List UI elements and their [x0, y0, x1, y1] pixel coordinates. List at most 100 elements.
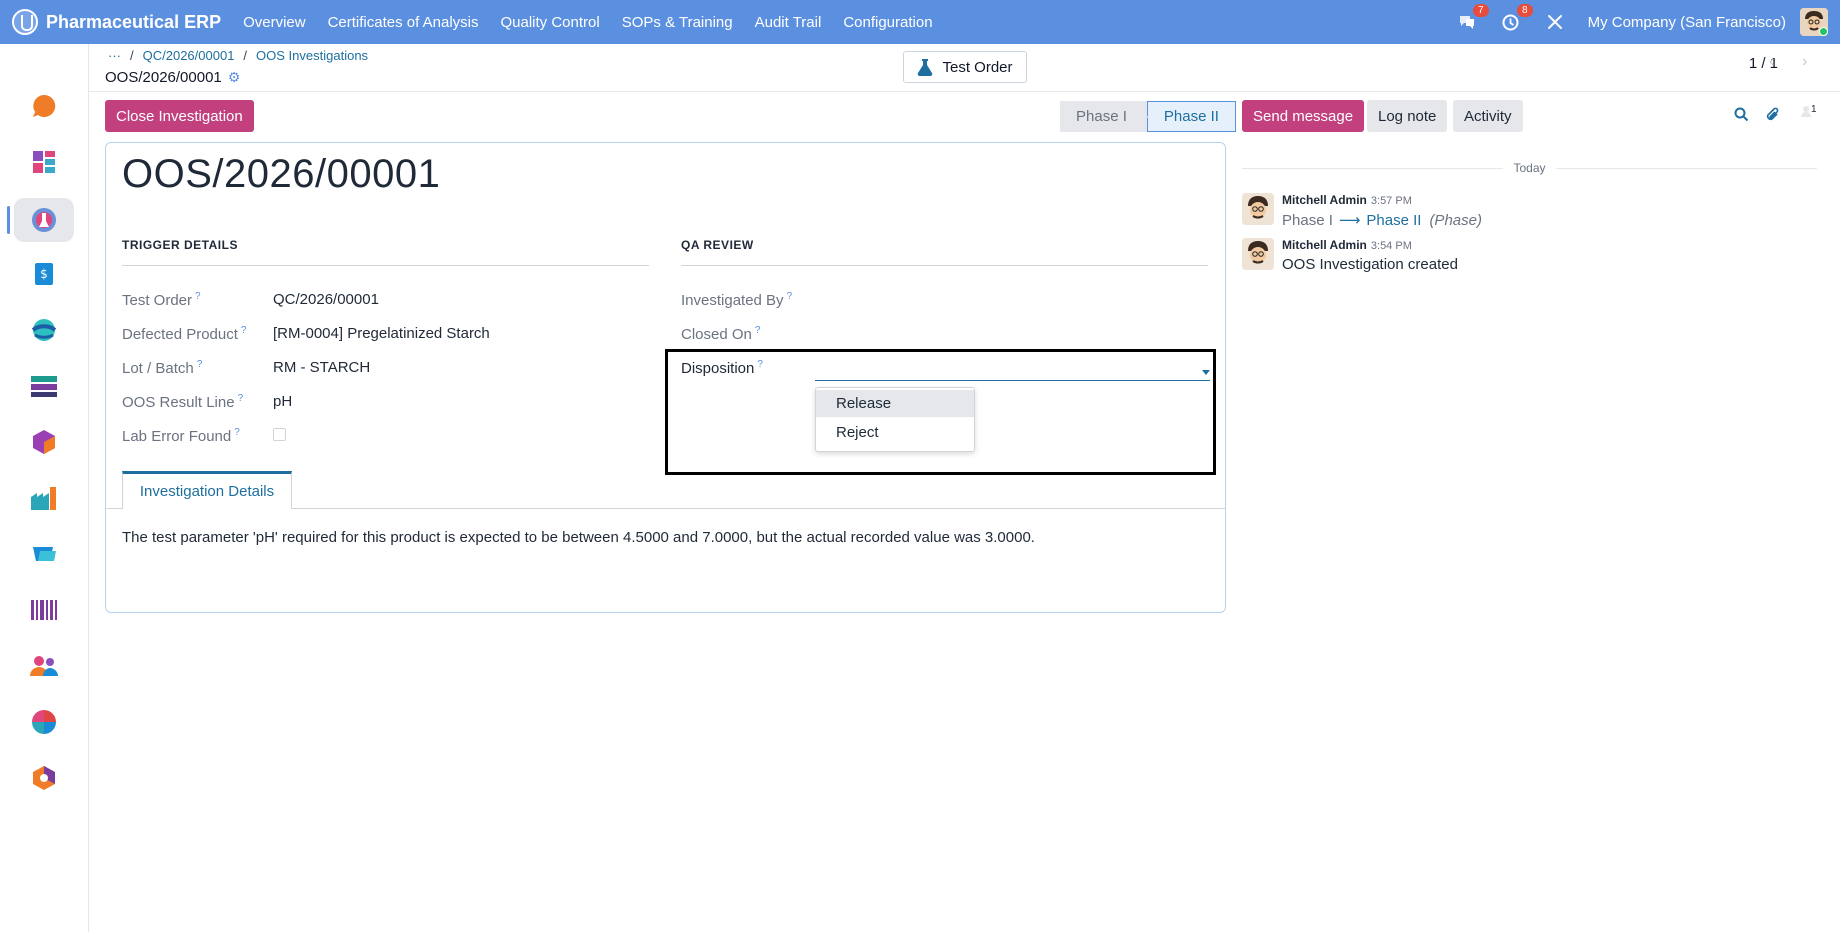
- discuss-app-icon[interactable]: [22, 84, 66, 128]
- message-tracking: Phase I ⟶ Phase II (Phase): [1282, 211, 1482, 230]
- gear-icon[interactable]: ⚙: [228, 69, 241, 86]
- defected-product-value[interactable]: [RM-0004] Pregelatinized Starch: [273, 325, 490, 342]
- reporting-app-icon[interactable]: [22, 700, 66, 744]
- pager-previous-icon[interactable]: ‹: [1769, 53, 1774, 71]
- barcode-app-icon[interactable]: [22, 588, 66, 632]
- lab-error-found-checkbox[interactable]: [273, 428, 286, 441]
- settings-app-icon[interactable]: [22, 756, 66, 800]
- breadcrumb-separator: /: [243, 48, 248, 63]
- send-message-button[interactable]: Send message: [1242, 100, 1365, 132]
- test-order-label: Test Order?: [122, 291, 201, 309]
- online-status-icon: [1819, 27, 1828, 36]
- activities-badge: 8: [1517, 4, 1533, 17]
- chevron-down-icon: [1202, 370, 1210, 375]
- menu-sops-training[interactable]: SOPs & Training: [622, 14, 733, 31]
- tools-icon[interactable]: [1544, 11, 1566, 33]
- purchase-app-icon[interactable]: [22, 532, 66, 576]
- control-panel-divider: [89, 91, 1840, 92]
- activities-clock-icon[interactable]: 8: [1500, 4, 1533, 33]
- investigation-details-text[interactable]: The test parameter 'pH' required for thi…: [122, 529, 1035, 546]
- inventory-app-icon[interactable]: [22, 420, 66, 464]
- lab-error-found-label: Lab Error Found?: [122, 427, 240, 445]
- oos-result-line-value[interactable]: pH: [273, 393, 292, 410]
- pager-next-icon[interactable]: ›: [1802, 53, 1807, 71]
- help-icon[interactable]: ?: [787, 291, 793, 302]
- brand-name: Pharmaceutical ERP: [46, 11, 222, 32]
- breadcrumb-oos-investigations[interactable]: OOS Investigations: [256, 48, 368, 63]
- phase-2-button[interactable]: Phase II: [1137, 101, 1236, 132]
- breadcrumb-test-order[interactable]: QC/2026/00001: [143, 48, 235, 63]
- activity-button[interactable]: Activity: [1453, 100, 1523, 132]
- employees-app-icon[interactable]: [22, 644, 66, 688]
- user-avatar[interactable]: [1800, 8, 1828, 36]
- tracking-old-value: Phase I: [1282, 211, 1333, 229]
- message-time: 3:54 PM: [1370, 240, 1412, 252]
- menu-quality-control[interactable]: Quality Control: [501, 14, 600, 31]
- documents-app-icon[interactable]: [22, 364, 66, 408]
- messages-badge: 7: [1473, 4, 1489, 17]
- avatar[interactable]: [1242, 238, 1274, 270]
- investigation-name: OOS/2026/00001: [122, 152, 441, 196]
- tracking-field-name: (Phase): [1429, 211, 1482, 229]
- menu-certificates-of-analysis[interactable]: Certificates of Analysis: [328, 14, 479, 31]
- help-icon[interactable]: ?: [757, 359, 763, 370]
- trigger-details-divider: [122, 265, 649, 266]
- breadcrumb: ··· / QC/2026/00001 / OOS Investigations: [108, 48, 368, 63]
- breadcrumb-ellipsis[interactable]: ···: [108, 48, 121, 63]
- defected-product-label: Defected Product?: [122, 325, 247, 343]
- avatar[interactable]: [1242, 193, 1274, 225]
- qa-review-heading: QA REVIEW: [681, 238, 754, 252]
- log-note-button[interactable]: Log note: [1367, 100, 1448, 132]
- menu-configuration[interactable]: Configuration: [843, 14, 932, 31]
- app-logo-icon: [12, 9, 38, 35]
- lot-batch-label: Lot / Batch?: [122, 359, 203, 377]
- trigger-details-heading: TRIGGER DETAILS: [122, 238, 238, 252]
- today-label: Today: [1513, 161, 1546, 175]
- closed-on-label: Closed On?: [681, 325, 761, 343]
- help-icon[interactable]: ?: [197, 359, 203, 370]
- disposition-label: Disposition?: [681, 359, 763, 377]
- message-time: 3:57 PM: [1370, 195, 1412, 207]
- record-name: OOS/2026/00001: [105, 69, 222, 86]
- brand[interactable]: Pharmaceutical ERP: [12, 9, 243, 35]
- option-reject[interactable]: Reject: [816, 419, 974, 446]
- flask-icon: [918, 59, 933, 76]
- option-release[interactable]: Release: [816, 390, 974, 417]
- active-app-indicator: [7, 206, 10, 234]
- top-navbar: Pharmaceutical ERP Overview Certificates…: [0, 0, 1840, 44]
- date-separator: Today: [1242, 161, 1817, 175]
- tab-investigation-details[interactable]: Investigation Details: [122, 471, 292, 509]
- messages-icon[interactable]: 7: [1456, 4, 1489, 33]
- company-switcher[interactable]: My Company (San Francisco): [1588, 14, 1786, 31]
- help-icon[interactable]: ?: [755, 325, 761, 336]
- message-author[interactable]: Mitchell Admin 3:57 PM: [1282, 193, 1412, 207]
- investigated-by-label: Investigated By?: [681, 291, 793, 309]
- tracking-new-value: Phase II: [1366, 211, 1422, 229]
- phase-statusbar: Phase I Phase II: [1060, 101, 1236, 132]
- paperclip-icon[interactable]: [1765, 107, 1781, 127]
- dashboard-app-icon[interactable]: [22, 140, 66, 184]
- test-order-smart-button[interactable]: Test Order: [903, 51, 1027, 83]
- manufacturing-app-icon[interactable]: [22, 476, 66, 520]
- menu-audit-trail[interactable]: Audit Trail: [755, 14, 822, 31]
- help-icon[interactable]: ?: [195, 291, 201, 302]
- help-icon[interactable]: ?: [241, 325, 247, 336]
- lot-batch-value[interactable]: RM - STARCH: [273, 359, 370, 376]
- followers-count: 1: [1811, 104, 1817, 115]
- disposition-dropdown: Release Reject: [815, 387, 975, 452]
- record-title: OOS/2026/00001 ⚙: [105, 69, 240, 86]
- breadcrumb-separator: /: [130, 48, 134, 63]
- invoicing-app-icon[interactable]: $: [22, 252, 66, 296]
- close-investigation-button[interactable]: Close Investigation: [105, 100, 254, 132]
- phase-1-button[interactable]: Phase I: [1060, 101, 1147, 132]
- qa-review-divider: [681, 265, 1208, 266]
- test-order-value[interactable]: QC/2026/00001: [273, 291, 379, 308]
- disposition-select[interactable]: [815, 364, 1210, 381]
- message-author[interactable]: Mitchell Admin 3:54 PM: [1282, 238, 1412, 252]
- website-app-icon[interactable]: [22, 308, 66, 352]
- help-icon[interactable]: ?: [238, 393, 244, 404]
- search-icon[interactable]: [1734, 107, 1749, 126]
- menu-overview[interactable]: Overview: [243, 14, 306, 31]
- quality-app-icon[interactable]: [14, 198, 74, 242]
- help-icon[interactable]: ?: [234, 427, 240, 438]
